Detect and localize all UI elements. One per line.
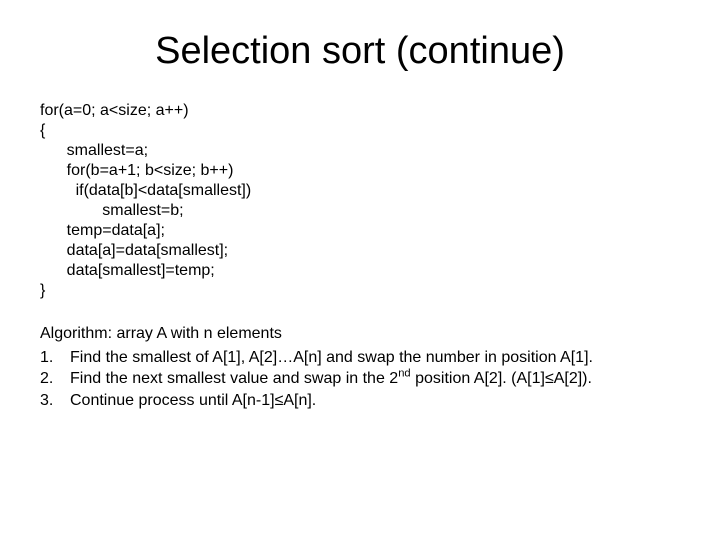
list-item: 1. Find the smallest of A[1], A[2]…A[n] … bbox=[40, 347, 680, 369]
list-item: 3. Continue process until A[n-1]≤A[n]. bbox=[40, 390, 680, 412]
list-text: Continue process until A[n-1]≤A[n]. bbox=[70, 390, 680, 412]
algorithm-list: 1. Find the smallest of A[1], A[2]…A[n] … bbox=[40, 347, 680, 412]
list-item: 2. Find the next smallest value and swap… bbox=[40, 368, 680, 390]
list-number: 3. bbox=[40, 390, 70, 412]
list-text: Find the next smallest value and swap in… bbox=[70, 368, 680, 390]
code-block: for(a=0; a<size; a++) { smallest=a; for(… bbox=[40, 101, 680, 301]
slide: Selection sort (continue) for(a=0; a<siz… bbox=[0, 0, 720, 540]
algorithm-header: Algorithm: array A with n elements bbox=[40, 323, 680, 345]
list-number: 1. bbox=[40, 347, 70, 369]
slide-title: Selection sort (continue) bbox=[40, 30, 680, 73]
list-number: 2. bbox=[40, 368, 70, 390]
list-text: Find the smallest of A[1], A[2]…A[n] and… bbox=[70, 347, 680, 369]
